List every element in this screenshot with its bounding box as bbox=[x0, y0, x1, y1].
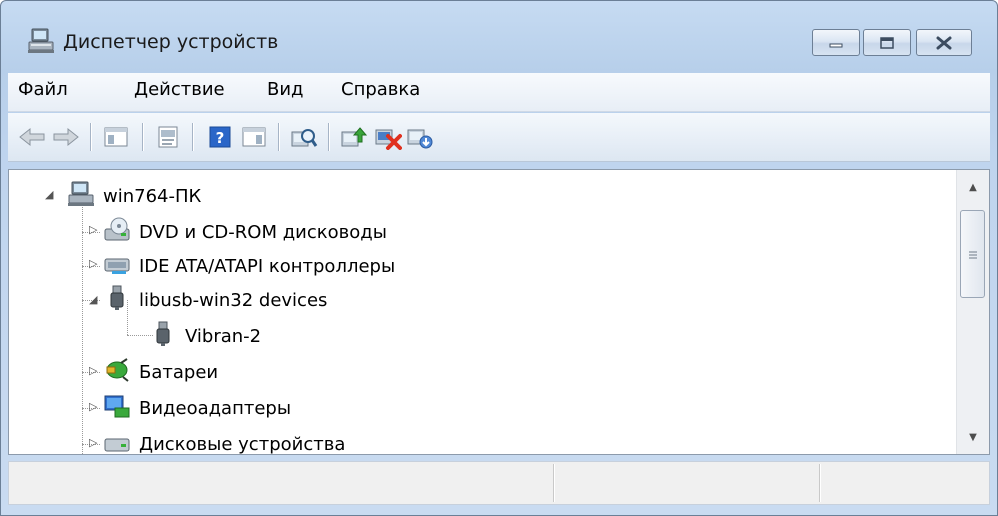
title-bar[interactable]: Диспетчер устройств bbox=[1, 1, 997, 73]
tree-node-dvd-drives[interactable]: DVD и CD-ROM дисководы bbox=[103, 217, 387, 248]
display-adapter-icon bbox=[103, 393, 131, 424]
toolbar-separator bbox=[192, 123, 194, 151]
grip-icon bbox=[968, 245, 978, 264]
menu-file[interactable]: Файл bbox=[15, 79, 71, 100]
maximize-button[interactable] bbox=[863, 29, 911, 56]
tree-node-label: Vibran-2 bbox=[185, 325, 262, 347]
tree-node-label: Видеоадаптеры bbox=[139, 397, 292, 419]
expand-arrow-icon[interactable]: ▷ bbox=[89, 364, 97, 377]
tree-node-label: DVD и CD-ROM дисководы bbox=[139, 221, 387, 243]
device-manager-window: Диспетчер устройств Файл Действие Вид Сп… bbox=[0, 0, 998, 516]
expand-arrow-icon[interactable]: ▷ bbox=[89, 223, 97, 236]
status-bar-separator bbox=[819, 464, 821, 502]
disk-drive-icon bbox=[103, 429, 131, 455]
tree-node-label: Дисковые устройства bbox=[139, 433, 346, 455]
device-tree-panel: ◢ win764-ПК ▷ DVD и CD-ROM дисководы ▷ I… bbox=[8, 169, 990, 455]
expand-arrow-icon[interactable]: ▷ bbox=[89, 436, 97, 449]
status-bar-separator bbox=[553, 464, 555, 502]
expand-arrow-icon[interactable]: ▷ bbox=[89, 400, 97, 413]
scroll-down-arrow-icon[interactable]: ▼ bbox=[957, 422, 989, 452]
help-icon[interactable]: ? bbox=[206, 123, 234, 151]
disable-device-icon[interactable] bbox=[374, 123, 402, 151]
scrollbar-thumb[interactable] bbox=[960, 210, 985, 298]
close-icon bbox=[917, 30, 971, 55]
uninstall-device-icon[interactable] bbox=[406, 123, 434, 151]
tree-guide-line bbox=[82, 202, 83, 454]
toolbar-separator bbox=[142, 123, 144, 151]
minimize-button[interactable] bbox=[812, 29, 860, 56]
device-tree[interactable]: ◢ win764-ПК ▷ DVD и CD-ROM дисководы ▷ I… bbox=[9, 170, 957, 454]
tree-node-batteries[interactable]: Батареи bbox=[103, 357, 219, 388]
menu-view[interactable]: Вид bbox=[264, 79, 307, 100]
tree-node-libusb-devices[interactable]: libusb-win32 devices bbox=[103, 285, 328, 316]
dvd-drive-icon bbox=[103, 217, 131, 248]
toolbar-separator bbox=[90, 123, 92, 151]
toolbar-separator bbox=[328, 123, 330, 151]
tree-node-ide-controllers[interactable]: IDE ATA/ATAPI контроллеры bbox=[103, 252, 395, 280]
menu-help[interactable]: Справка bbox=[338, 79, 423, 100]
collapse-arrow-icon[interactable]: ◢ bbox=[89, 293, 97, 306]
svg-text:?: ? bbox=[216, 129, 225, 147]
tree-node-label: win764-ПК bbox=[103, 185, 202, 207]
maximize-icon bbox=[864, 30, 910, 55]
window-title: Диспетчер устройств bbox=[63, 31, 279, 53]
battery-icon bbox=[103, 357, 131, 388]
computer-icon bbox=[67, 181, 95, 212]
tree-node-computer[interactable]: win764-ПК bbox=[67, 181, 202, 212]
expand-arrow-icon[interactable]: ▷ bbox=[89, 257, 97, 270]
tree-node-label: libusb-win32 devices bbox=[139, 289, 328, 311]
back-icon[interactable] bbox=[18, 123, 46, 151]
tree-node-label: IDE ATA/ATAPI контроллеры bbox=[139, 255, 396, 277]
tree-node-label: Батареи bbox=[139, 361, 219, 383]
vertical-scrollbar[interactable]: ▲ ▼ bbox=[956, 170, 989, 454]
tree-node-vibran-2[interactable]: Vibran-2 bbox=[149, 321, 262, 352]
device-manager-app-icon bbox=[27, 28, 55, 58]
usb-device-icon bbox=[103, 285, 131, 316]
menu-bar: Файл Действие Вид Справка bbox=[8, 73, 990, 112]
show-hide-console-tree-icon[interactable] bbox=[102, 123, 130, 151]
properties-icon[interactable] bbox=[154, 123, 182, 151]
status-bar bbox=[8, 461, 990, 505]
tree-node-display-adapters[interactable]: Видеоадаптеры bbox=[103, 394, 291, 422]
tree-node-disk-drives[interactable]: Дисковые устройства bbox=[103, 430, 345, 454]
ide-controller-icon bbox=[103, 251, 131, 282]
minimize-icon bbox=[813, 30, 859, 55]
scan-hardware-icon[interactable] bbox=[290, 123, 318, 151]
update-driver-icon[interactable] bbox=[340, 123, 368, 151]
action-pane-icon[interactable] bbox=[240, 123, 268, 151]
menu-action[interactable]: Действие bbox=[131, 79, 228, 100]
collapse-arrow-icon[interactable]: ◢ bbox=[45, 188, 53, 201]
scroll-up-arrow-icon[interactable]: ▲ bbox=[957, 172, 989, 202]
usb-device-icon bbox=[149, 321, 177, 352]
forward-icon[interactable] bbox=[52, 123, 80, 151]
toolbar-separator bbox=[278, 123, 280, 151]
toolbar: ? bbox=[8, 113, 990, 162]
close-button[interactable] bbox=[916, 29, 972, 56]
